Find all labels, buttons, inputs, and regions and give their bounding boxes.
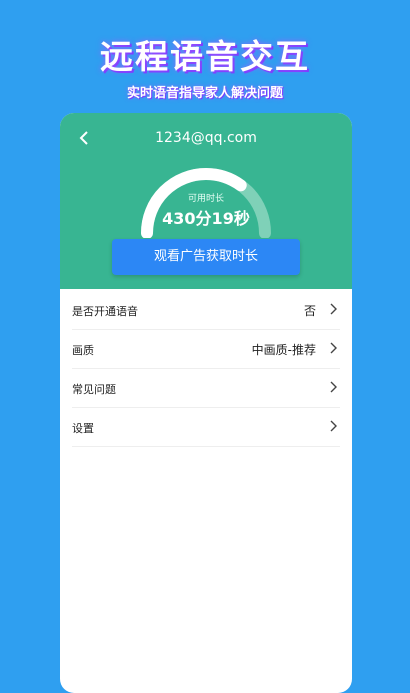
account-email: 1234@qq.com	[155, 130, 257, 146]
chevron-right-icon	[330, 381, 337, 393]
chevron-right-icon	[330, 342, 337, 354]
gauge-value: 430分19秒	[162, 209, 250, 228]
gauge-caption: 可用时长	[187, 194, 224, 204]
hero-title: 远程语音交互	[100, 37, 310, 76]
menu-item-label: 画质	[72, 344, 94, 357]
settings-list: 是否开通语音 否 画质 中画质-推荐 常见问题 设置	[60, 291, 352, 447]
menu-item-quality[interactable]: 画质 中画质-推荐	[72, 330, 340, 369]
menu-item-faq[interactable]: 常见问题	[72, 369, 340, 408]
menu-item-value: 否	[303, 304, 316, 318]
phone-screen: 1234@qq.com 可用时长 430分19秒 观看广告获取时长 是否开通语音…	[60, 113, 352, 693]
watch-ad-button[interactable]: 观看广告获取时长	[112, 239, 300, 275]
menu-item-label: 设置	[72, 422, 94, 435]
chevron-right-icon	[330, 303, 337, 315]
menu-item-label: 常见问题	[72, 383, 116, 396]
menu-item-label: 是否开通语音	[72, 305, 138, 318]
menu-item-settings[interactable]: 设置	[72, 408, 340, 447]
account-header: 1234@qq.com 可用时长 430分19秒 观看广告获取时长	[60, 113, 352, 289]
menu-item-voice[interactable]: 是否开通语音 否	[72, 291, 340, 330]
hero-subtitle: 实时语音指导家人解决问题	[126, 86, 283, 101]
menu-item-value: 中画质-推荐	[251, 343, 316, 357]
chevron-right-icon	[330, 420, 337, 432]
